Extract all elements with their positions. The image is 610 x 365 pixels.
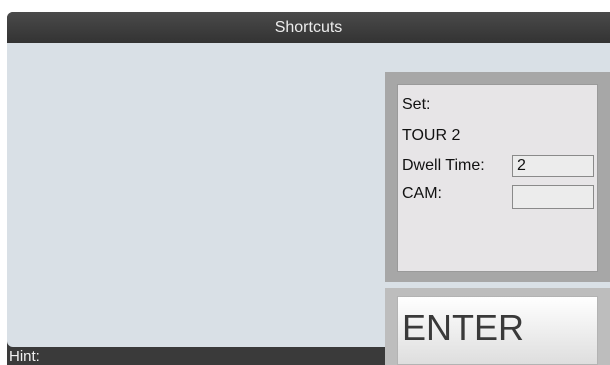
enter-button-container: ENTER: [385, 288, 610, 365]
cam-label: CAM:: [402, 185, 442, 202]
set-details-panel: Set: TOUR 2 Dwell Time: 2 CAM:: [385, 72, 610, 282]
set-label: Set:: [402, 96, 431, 113]
set-details-inner: Set: TOUR 2 Dwell Time: 2 CAM:: [397, 84, 598, 272]
window-title: Shortcuts: [274, 19, 343, 36]
hint-label: Hint:: [9, 348, 40, 365]
cam-field[interactable]: [512, 185, 594, 209]
dwell-time-field[interactable]: 2: [512, 155, 594, 177]
set-value: TOUR 2: [402, 127, 461, 144]
title-bar: Shortcuts: [7, 12, 610, 43]
dwell-time-label: Dwell Time:: [402, 157, 485, 174]
enter-button[interactable]: ENTER: [397, 296, 598, 365]
